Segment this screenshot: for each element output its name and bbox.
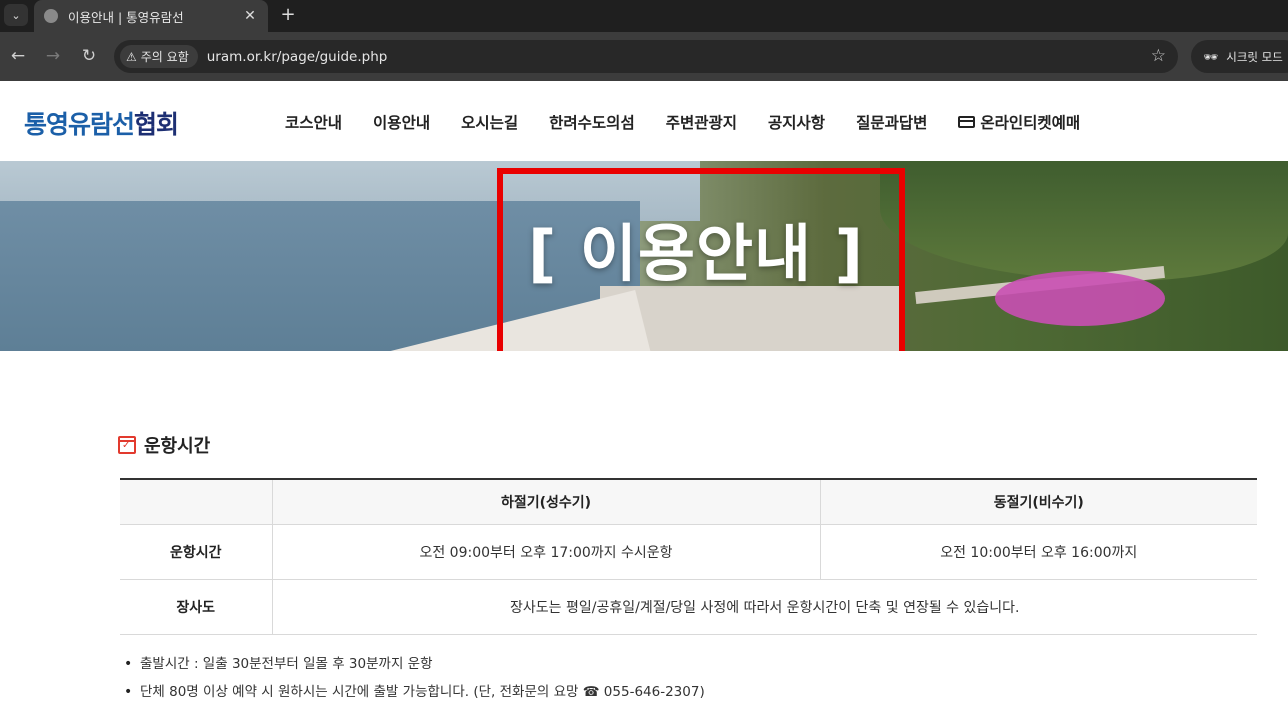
logo-accent-text: 협회 [134, 110, 179, 139]
calendar-check-icon [118, 436, 136, 454]
schedule-table: 하절기(성수기) 동절기(비수기) 운항시간 오전 09:00부터 오후 17:… [120, 478, 1257, 635]
close-tab-icon[interactable]: ✕ [242, 8, 258, 24]
table-cell: 장사도는 평일/공휴일/계절/당일 사정에 따라서 운항시간이 단축 및 연장될… [271, 579, 1257, 635]
tab-search-chevron-icon[interactable]: ⌄ [4, 4, 28, 26]
hero-banner: [ 이용안내 ] [0, 161, 1288, 351]
back-arrow-icon[interactable]: ← [6, 44, 30, 68]
nav-item-ticket-label: 온라인티켓예매 [980, 114, 1081, 132]
notes-list: 출발시간 : 일출 30분전부터 일몰 후 30분까지 운항 단체 80명 이상… [124, 654, 705, 710]
site-logo[interactable]: 통영유람선협회 [24, 105, 179, 141]
table-header-cell: 하절기(성수기) [271, 479, 820, 525]
new-tab-icon[interactable]: + [278, 4, 298, 26]
nav-item-ticket[interactable]: 온라인티켓예매 [958, 111, 1080, 133]
logo-main-text: 통영유람선 [24, 110, 135, 139]
table-header-row: 하절기(성수기) 동절기(비수기) [120, 479, 1257, 525]
browser-tab-bar: ⌄ 이용안내 | 통영유람선 ✕ + [0, 0, 1288, 32]
nav-item-course[interactable]: 코스안내 [285, 111, 342, 133]
address-bar[interactable]: ⚠ 주의 요함 uram.or.kr/page/guide.php ☆ [114, 40, 1178, 73]
nav-item-directions[interactable]: 오시는길 [461, 111, 518, 133]
url-text[interactable]: uram.or.kr/page/guide.php [207, 49, 388, 65]
hero-trees [880, 161, 1288, 281]
row-label: 운항시간 [120, 524, 272, 580]
row-label: 장사도 [120, 579, 272, 635]
incognito-chip[interactable]: 🕶 시크릿 모드 [1191, 40, 1288, 73]
security-label: 주의 요함 [140, 50, 189, 64]
hero-title: [ 이용안내 ] [528, 217, 865, 290]
globe-icon [44, 9, 58, 23]
incognito-label: 시크릿 모드 [1226, 49, 1283, 64]
table-header-cell [120, 479, 272, 525]
main-navigation: 코스안내 이용안내 오시는길 한려수도의섬 주변관광지 공지사항 질문과답변 온… [285, 111, 1111, 133]
site-header: 통영유람선협회 코스안내 이용안내 오시는길 한려수도의섬 주변관광지 공지사항… [0, 81, 1288, 161]
hero-flowers [995, 271, 1165, 326]
forward-arrow-icon[interactable]: → [41, 44, 65, 68]
warning-triangle-icon: ⚠ [126, 49, 137, 64]
tab-title: 이용안내 | 통영유람선 [68, 9, 184, 25]
nav-item-attractions[interactable]: 주변관광지 [666, 111, 737, 133]
nav-item-guide[interactable]: 이용안내 [373, 111, 430, 133]
nav-item-notice[interactable]: 공지사항 [768, 111, 825, 133]
table-header-cell: 동절기(비수기) [819, 479, 1257, 525]
nav-item-qna[interactable]: 질문과답변 [856, 111, 927, 133]
browser-toolbar: ← → ↻ ⚠ 주의 요함 uram.or.kr/page/guide.php … [0, 32, 1288, 81]
section-title: 운항시간 [118, 432, 210, 458]
bookmark-star-icon[interactable]: ☆ [1151, 46, 1166, 66]
table-cell: 오전 10:00부터 오후 16:00까지 [819, 524, 1257, 580]
reload-icon[interactable]: ↻ [77, 44, 101, 68]
nav-item-islands[interactable]: 한려수도의섬 [549, 111, 635, 133]
table-cell: 오전 09:00부터 오후 17:00까지 수시운항 [271, 524, 820, 580]
list-item: 단체 80명 이상 예약 시 원하시는 시간에 출발 가능합니다. (단, 전화… [124, 682, 705, 710]
security-chip[interactable]: ⚠ 주의 요함 [120, 45, 198, 68]
credit-card-icon [958, 116, 976, 128]
incognito-icon: 🕶 [1203, 49, 1219, 64]
table-row: 운항시간 오전 09:00부터 오후 17:00까지 수시운항 오전 10:00… [120, 524, 1257, 580]
table-row: 장사도 장사도는 평일/공휴일/계절/당일 사정에 따라서 운항시간이 단축 및… [120, 579, 1257, 635]
browser-tab[interactable]: 이용안내 | 통영유람선 ✕ [34, 0, 268, 32]
section-title-text: 운항시간 [144, 436, 211, 457]
list-item: 출발시간 : 일출 30분전부터 일몰 후 30분까지 운항 [124, 654, 705, 682]
